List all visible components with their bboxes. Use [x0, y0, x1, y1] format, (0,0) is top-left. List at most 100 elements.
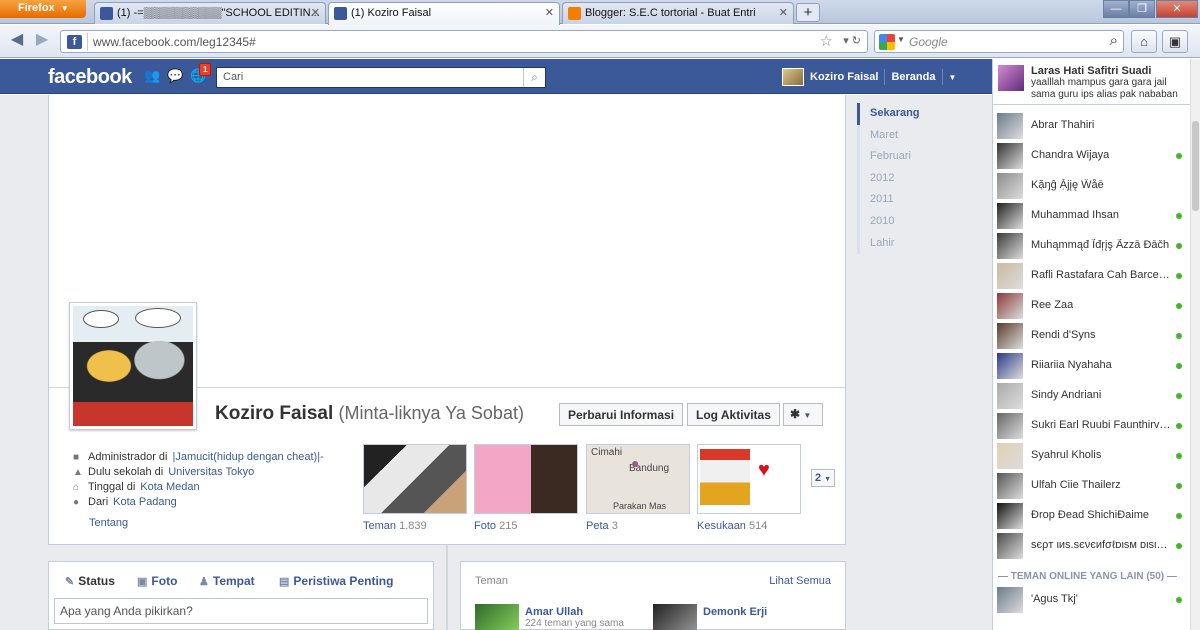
reload-icon[interactable]: ▾ ↻ [843, 34, 861, 47]
chat-contact[interactable]: Abrar Thahiri [993, 111, 1200, 141]
status-input[interactable]: Apa yang Anda pikirkan? [54, 598, 428, 624]
chevron-down-icon[interactable]: ▼ [949, 73, 957, 82]
heart-icon: ♥ [758, 459, 770, 481]
browser-tab-active[interactable]: (1) Koziro Faisal ✕ [328, 2, 560, 25]
tab-status[interactable]: ✎ Status [65, 574, 115, 588]
maximize-button[interactable]: ❐ [1129, 0, 1155, 18]
see-all-link[interactable]: Lihat Semua [769, 575, 831, 587]
chat-contact[interactable]: Muhammad Ihsan [993, 201, 1200, 231]
chat-contact[interactable]: Syahrul Kholis [993, 441, 1200, 471]
divider [884, 69, 886, 85]
close-window-button[interactable]: ✕ [1156, 0, 1198, 18]
settings-dropdown-button[interactable]: ✱ ▼ [783, 403, 823, 426]
chevron-down-icon: ▼ [60, 4, 69, 13]
url-bar[interactable]: f www.facebook.com/leg12345# ☆ ▾ ↻ [60, 30, 868, 53]
chat-contact[interactable]: Chandra Wijaya [993, 141, 1200, 171]
chat-contact[interactable]: Rendi d'Syns [993, 321, 1200, 351]
chat-contact[interactable]: Ree Zaa [993, 291, 1200, 321]
photos-tile[interactable] [474, 444, 578, 514]
timeline-header: Koziro Faisal (Minta-liknya Ya Sobat) Pe… [48, 95, 846, 545]
back-icon[interactable]: ◀ [6, 30, 28, 52]
friend-requests-icon[interactable]: 👥 [144, 69, 160, 83]
info-label: Dari [88, 496, 109, 508]
url-text[interactable]: www.facebook.com/leg12345# [93, 35, 256, 49]
browser-tab-bar: Firefox ▼ (1) -=▒▒▒▒▒▒▒▒▒▒"SCHOOL EDITIN.… [0, 0, 1200, 25]
map-tile-label[interactable]: Peta 3 [586, 520, 618, 532]
chat-contact[interactable]: Kặŋĝ Ặjįę Ŵåē [993, 171, 1200, 201]
bookmarks-icon[interactable]: ▣ [1162, 30, 1188, 53]
friends-tile-label[interactable]: Teman 1.839 [363, 520, 427, 532]
timeline-page: Koziro Faisal (Minta-liknya Ya Sobat) Pe… [0, 95, 992, 630]
chat-contact[interactable]: Ulfah Ciie Thailerz [993, 471, 1200, 501]
home-link[interactable]: Beranda [891, 71, 935, 83]
contact-name: ѕєρт ιиѕ.ѕєνєиfσℓᴅιsм ᴅιsιρ... [1031, 539, 1171, 551]
notifications-icon[interactable]: 🌐 1 [190, 63, 212, 83]
timeline-nav-2011[interactable]: 2011 [857, 189, 977, 211]
scrollbar[interactable] [1190, 59, 1200, 630]
user-name-link[interactable]: Koziro Faisal [810, 71, 878, 83]
search-icon[interactable]: ⌕ [1110, 32, 1118, 49]
browser-search-bar[interactable]: ▼ Google ⌕ [874, 30, 1124, 53]
likes-tile-label[interactable]: Kesukaan 514 [697, 520, 767, 532]
info-link[interactable]: Universitas Tokyo [168, 465, 254, 480]
friend-name[interactable]: Amar Ullah [525, 606, 624, 618]
avatar [997, 323, 1023, 349]
activity-log-button[interactable]: Log Aktivitas [687, 403, 780, 426]
tab-place[interactable]: ♟ Tempat [199, 574, 255, 588]
facebook-logo[interactable]: facebook [48, 66, 132, 89]
about-link[interactable]: Tentang [89, 517, 128, 529]
timeline-nav-2010[interactable]: 2010 [857, 210, 977, 233]
browser-tab[interactable]: Blogger: S.E.C tortorial - Buat Entri ✕ [562, 2, 794, 24]
timeline-nav-born[interactable]: Lahir [857, 232, 977, 255]
close-icon[interactable]: ✕ [311, 6, 320, 19]
online-status-icon [1176, 393, 1182, 399]
profile-name-text[interactable]: Koziro Faisal [215, 403, 333, 424]
briefcase-icon: ■ [73, 452, 80, 463]
timeline-nav-now[interactable]: Sekarang [857, 103, 977, 125]
new-tab-button[interactable]: + [796, 3, 820, 22]
chat-contact[interactable]: Rafli Rastafara Cah Barcelona [993, 261, 1200, 291]
chat-contact[interactable]: 'Agus Tkj' [993, 585, 1200, 615]
info-link[interactable]: |Jamucit(hidup dengan cheat)|- [172, 450, 323, 465]
more-tiles-button[interactable]: 2 ▼ [811, 469, 835, 487]
timeline-nav-march[interactable]: Maret [857, 124, 977, 147]
home-icon[interactable]: ⌂ [1131, 30, 1157, 53]
messages-icon[interactable]: 💬 [167, 69, 183, 83]
chat-online-list: Abrar Thahiri Chandra Wijaya Kặŋĝ Ặjįę Ŵåē… [993, 111, 1200, 561]
scrollbar-thumb[interactable] [1192, 121, 1199, 211]
ticker-name[interactable]: Laras Hati Safitri Suadi [1031, 65, 1182, 77]
ticker-story[interactable]: Laras Hati Safitri Suadi yaalllah mampus… [993, 59, 1200, 105]
profile-picture[interactable] [69, 302, 197, 430]
friend-name[interactable]: Demonk Erji [703, 606, 767, 618]
timeline-nav-2012[interactable]: 2012 [857, 167, 977, 190]
minimize-button[interactable]: — [1103, 0, 1129, 18]
friend-item[interactable]: Amar Ullah 224 teman yang sama [475, 604, 624, 630]
tab-life-event[interactable]: ▤ Peristiwa Penting [279, 574, 393, 588]
info-link[interactable]: Kota Medan [140, 480, 199, 495]
photos-tile-label[interactable]: Foto 215 [474, 520, 517, 532]
update-info-button[interactable]: Perbarui Informasi [559, 403, 684, 426]
chat-contact[interactable]: Muĥąmmąđ Ĩđŗįş Ãzzā Đāčh [993, 231, 1200, 261]
timeline-nav-february[interactable]: Februari [857, 146, 977, 168]
chevron-down-icon[interactable]: ▼ [897, 35, 905, 44]
chat-contact[interactable]: Riiariia Nyahaha [993, 351, 1200, 381]
bookmark-star-icon[interactable]: ☆ [820, 32, 833, 50]
likes-tile[interactable]: ♥ [697, 444, 801, 514]
close-icon[interactable]: ✕ [779, 6, 788, 19]
info-link[interactable]: Kota Padang [113, 495, 177, 510]
browser-tab[interactable]: (1) -=▒▒▒▒▒▒▒▒▒▒"SCHOOL EDITIN... ✕ [94, 2, 326, 24]
avatar[interactable] [782, 68, 804, 86]
chat-contact[interactable]: ѕєρт ιиѕ.ѕєνєиfσℓᴅιsм ᴅιsιρ... [993, 531, 1200, 561]
chat-contact[interactable]: Đrop Đead ShichiĐaime [993, 501, 1200, 531]
facebook-search-input[interactable]: Cari ⌕ [216, 67, 546, 88]
friend-item[interactable]: Demonk Erji [653, 604, 767, 630]
chat-contact[interactable]: Sukri Earl Ruubi Faunthirverson [993, 411, 1200, 441]
tab-photo[interactable]: ▣ Foto [137, 574, 177, 588]
friends-tile[interactable] [363, 444, 467, 514]
firefox-menu-button[interactable]: Firefox ▼ [0, 0, 86, 18]
chat-contact[interactable]: Sindy Andriani [993, 381, 1200, 411]
forward-icon[interactable]: ▶ [31, 30, 53, 52]
map-tile[interactable]: Cimahi Bandung Parakan Mas ● [586, 444, 690, 514]
search-icon[interactable]: ⌕ [523, 68, 545, 87]
close-icon[interactable]: ✕ [545, 6, 554, 19]
